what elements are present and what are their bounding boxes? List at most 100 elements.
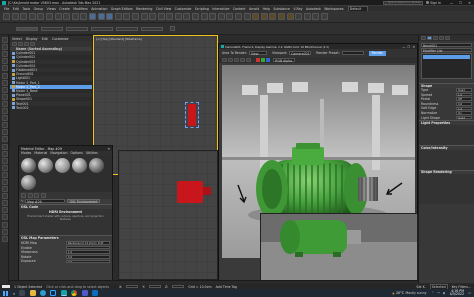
- populate-tab[interactable]: [141, 26, 163, 31]
- y-field[interactable]: [148, 284, 161, 289]
- menu-edit[interactable]: Edit: [13, 7, 19, 11]
- close-button[interactable]: ✕: [465, 1, 474, 5]
- menu-scripting[interactable]: Scripting: [195, 7, 209, 11]
- unlink-icon[interactable]: [28, 13, 36, 20]
- teams-icon[interactable]: [81, 290, 88, 296]
- map-type-button[interactable]: OSL Environment: [67, 199, 100, 204]
- render-production-icon[interactable]: [278, 13, 285, 20]
- print-icon[interactable]: [240, 57, 245, 63]
- window-crossing-icon[interactable]: [80, 13, 88, 20]
- align-icon[interactable]: [209, 13, 217, 20]
- mat-menu-modes[interactable]: Modes: [21, 151, 31, 155]
- weather-icon[interactable]: ☀: [392, 291, 396, 296]
- scene-tree-item[interactable]: Text002: [10, 106, 92, 110]
- viewport-select[interactable]: Camera001: [289, 51, 312, 56]
- modifier-stack-item[interactable]: [423, 55, 470, 59]
- spacewarp-icon[interactable]: [1, 129, 8, 136]
- cmd-prop-value[interactable]: 0.0: [456, 102, 472, 106]
- snaps-toggle-icon[interactable]: [157, 13, 165, 20]
- menu-tools[interactable]: Tools: [22, 7, 30, 11]
- named-selection-icon[interactable]: [192, 13, 200, 20]
- sample-slot-2[interactable]: [38, 157, 53, 173]
- cmd-prop-value[interactable]: Quad: [456, 115, 472, 120]
- user-icon[interactable]: [425, 0, 430, 5]
- mirror-icon[interactable]: [200, 13, 208, 20]
- render-setup-icon[interactable]: [260, 13, 268, 20]
- arnold-render-icon[interactable]: [295, 13, 303, 20]
- walkthrough-icon[interactable]: [1, 100, 8, 107]
- red-channel-toggle[interactable]: [256, 58, 261, 62]
- snap-icon[interactable]: [1, 93, 8, 100]
- clear-icon[interactable]: [246, 57, 251, 63]
- 3dsmax-taskbar-icon[interactable]: [60, 290, 67, 296]
- map-name-field[interactable]: Map #29: [25, 199, 66, 204]
- file-explorer-icon[interactable]: [29, 290, 36, 296]
- x-field[interactable]: [126, 284, 139, 289]
- sample-slot-6[interactable]: [21, 174, 36, 190]
- menu-civil-view[interactable]: Civil View: [156, 7, 171, 11]
- geometry-icon[interactable]: [1, 150, 8, 157]
- cmd-prop-value[interactable]: 1.0: [456, 92, 472, 97]
- schematic-view-icon[interactable]: [243, 13, 251, 20]
- pivot-icon[interactable]: [131, 13, 139, 20]
- taskbar-search-icon[interactable]: ⌕: [13, 291, 15, 296]
- layer-explorer-icon[interactable]: [217, 13, 225, 20]
- sphere-icon[interactable]: [1, 171, 8, 178]
- motor-red-silhouette[interactable]: [177, 181, 203, 203]
- shapes-icon[interactable]: [1, 143, 8, 150]
- cone-icon[interactable]: [1, 200, 8, 207]
- mat-menu-utilities[interactable]: Utilities: [86, 151, 98, 155]
- green-channel-toggle[interactable]: [261, 58, 266, 62]
- motor-red-shaft[interactable]: [203, 187, 211, 195]
- tab-edit[interactable]: Edit: [42, 37, 48, 41]
- display-icon[interactable]: [1, 65, 8, 72]
- pyramid-icon[interactable]: [1, 207, 8, 214]
- scene-explorer-icon[interactable]: [1, 79, 8, 86]
- curve-editor-icon[interactable]: [235, 13, 243, 20]
- osl-param-value[interactable]: Background_C1 Zoom_D.tif: [66, 241, 110, 245]
- channel-display-select[interactable]: RGB Alpha: [273, 58, 296, 63]
- modifier-list-dropdown[interactable]: Modifier List: [421, 48, 472, 53]
- move-icon[interactable]: [88, 13, 96, 20]
- eyedropper-icon[interactable]: ✎: [21, 199, 24, 203]
- render-window-close[interactable]: ✕: [412, 45, 415, 49]
- plane-icon[interactable]: [1, 186, 8, 193]
- clock[interactable]: 4:16 PM 4/5/2022: [450, 289, 464, 297]
- bind-space-warp-icon[interactable]: [37, 13, 45, 20]
- sample-slot-3[interactable]: [55, 157, 70, 173]
- light-icon[interactable]: [1, 108, 8, 115]
- motion-icon[interactable]: [1, 58, 8, 65]
- menu-graph-editors[interactable]: Graph Editors: [111, 7, 133, 11]
- osl-param-value[interactable]: 0.0: [66, 254, 110, 259]
- arc-icon[interactable]: [1, 228, 8, 235]
- angle-snap-icon[interactable]: [166, 13, 174, 20]
- layer-icon[interactable]: [1, 86, 8, 93]
- vray-icon[interactable]: [303, 13, 311, 20]
- maxscript-listener[interactable]: [2, 284, 10, 289]
- menu-autodesk[interactable]: Autodesk: [306, 7, 321, 11]
- motion-tab-icon[interactable]: [439, 35, 444, 41]
- material-editor-close-icon[interactable]: ✕: [107, 147, 110, 151]
- spline-icon[interactable]: [1, 235, 8, 242]
- menu-content[interactable]: Content: [233, 7, 246, 11]
- cmd-prop-value[interactable]: Off: [456, 97, 472, 101]
- menu-customize[interactable]: Customize: [175, 7, 192, 11]
- selection-filter-icon[interactable]: [45, 13, 53, 20]
- search-box[interactable]: ⌕ Type a keyword or phrase: [382, 0, 423, 5]
- cylinder-icon[interactable]: [1, 178, 8, 185]
- substance-icon[interactable]: [312, 13, 320, 20]
- viewport-label[interactable]: [+] [Top] [Standard] [Wireframe]: [96, 37, 142, 41]
- box-icon[interactable]: [1, 164, 8, 171]
- redo-icon[interactable]: [11, 13, 19, 20]
- hierarchy-icon[interactable]: [1, 51, 8, 58]
- percent-snap-icon[interactable]: [174, 13, 182, 20]
- utilities-icon[interactable]: [1, 72, 8, 79]
- object-paint-tab[interactable]: [116, 26, 138, 31]
- light-filter-icon[interactable]: [24, 41, 29, 47]
- menu-create[interactable]: Create: [59, 7, 70, 11]
- sample-slot-1[interactable]: [21, 157, 36, 173]
- notifications-icon[interactable]: ▭: [468, 291, 471, 295]
- clone-frame-icon[interactable]: [234, 57, 239, 63]
- osl-param-value[interactable]: 1.0: [66, 250, 110, 254]
- selection-tab[interactable]: [91, 26, 113, 31]
